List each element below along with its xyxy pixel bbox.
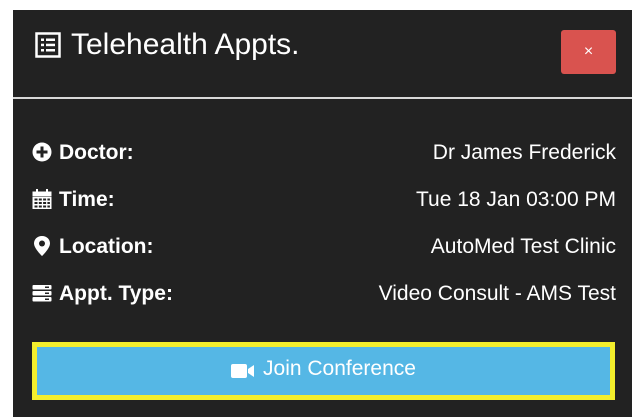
join-conference-label: Join Conference (263, 357, 416, 380)
detail-row-time: Time: Tue 18 Jan 03:00 PM (13, 179, 632, 219)
calendar-icon (32, 188, 52, 210)
doctor-label: Doctor: (59, 141, 134, 164)
appt-type-label: Appt. Type: (59, 282, 173, 305)
detail-row-appt-type: Appt. Type: Video Consult - AMS Test (13, 273, 632, 313)
time-value: Tue 18 Jan 03:00 PM (415, 188, 616, 211)
location-value: AutoMed Test Clinic (430, 235, 616, 258)
server-icon (32, 282, 52, 304)
header-divider (13, 97, 632, 99)
location-label: Location: (59, 235, 154, 258)
detail-row-doctor: Doctor: Dr James Frederick (13, 132, 632, 172)
map-marker-icon (32, 235, 52, 257)
time-label: Time: (59, 188, 115, 211)
close-button[interactable]: × (561, 30, 616, 74)
panel-header: Telehealth Appts. × (13, 10, 632, 96)
panel-bottom (13, 407, 632, 417)
join-conference-button[interactable]: Join Conference (32, 342, 615, 400)
detail-row-location: Location: AutoMed Test Clinic (13, 226, 632, 266)
join-conference-content: Join Conference (231, 357, 416, 381)
video-camera-icon (231, 361, 255, 378)
panel-title: Telehealth Appts. (71, 28, 300, 61)
appt-type-value: Video Consult - AMS Test (378, 282, 616, 305)
plus-circle-icon (32, 141, 52, 163)
telehealth-panel: Telehealth Appts. × Doctor: Dr James Fre… (13, 10, 632, 417)
list-icon (35, 32, 61, 58)
doctor-value: Dr James Frederick (432, 141, 616, 164)
